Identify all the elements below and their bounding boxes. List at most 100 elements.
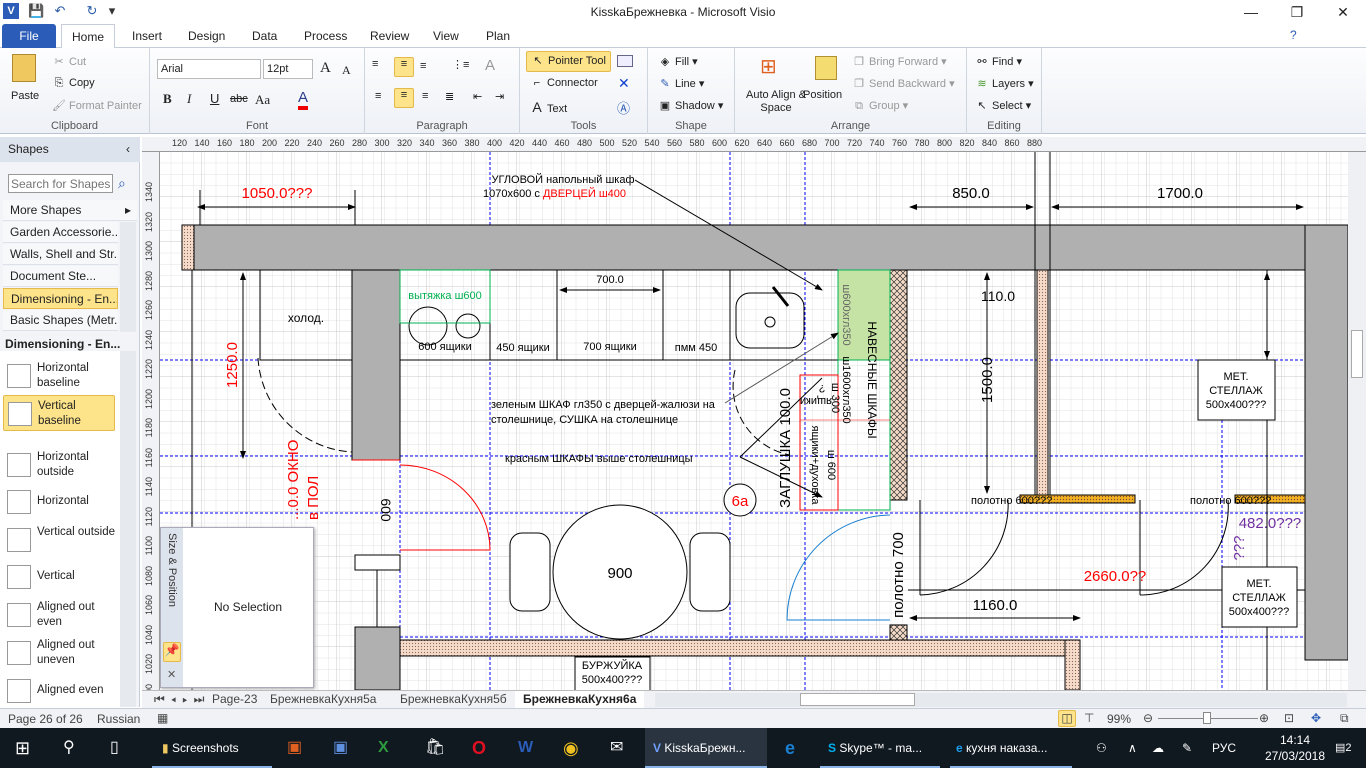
- store-icon[interactable]: 🛍: [425, 728, 445, 768]
- stencil-document[interactable]: Document Ste...: [3, 266, 118, 287]
- chrome-icon[interactable]: ◉: [563, 728, 579, 768]
- drawers-450-label[interactable]: 450 ящики: [496, 342, 550, 354]
- start-icon[interactable]: ⊞: [15, 728, 30, 768]
- normal-view-icon[interactable]: ◫: [1058, 710, 1076, 727]
- dim-482-vertical-label[interactable]: ???: [1231, 535, 1248, 560]
- chair-left[interactable]: [509, 532, 551, 612]
- page-number[interactable]: Page 26 of 26: [8, 712, 83, 726]
- notifications-icon[interactable]: ▤2: [1335, 728, 1352, 768]
- bullets-button[interactable]: ⋮≡: [452, 58, 469, 71]
- bottom-wall[interactable]: [399, 639, 1081, 657]
- dishwasher-label[interactable]: пмм 450: [675, 342, 718, 354]
- close-button[interactable]: ✕: [1320, 0, 1366, 24]
- drawers-700-label[interactable]: 700 ящики: [583, 341, 637, 353]
- dim-1050-label[interactable]: 1050.0???: [242, 185, 313, 202]
- dim-850-label[interactable]: 850.0: [952, 185, 990, 202]
- onedrive-icon[interactable]: ☁: [1152, 728, 1164, 768]
- change-case-button[interactable]: Aa: [255, 92, 270, 108]
- pan-zoom-icon[interactable]: ✥: [1311, 711, 1321, 725]
- edge-icon[interactable]: e: [785, 728, 795, 768]
- rotate-text-icon[interactable]: Ⓐ: [617, 98, 630, 117]
- door-600-a-label[interactable]: полотно 600???: [971, 495, 1052, 507]
- cut-button[interactable]: ✂ Cut: [52, 55, 86, 68]
- right-wall[interactable]: [1304, 224, 1348, 661]
- stencil-basic-shapes[interactable]: Basic Shapes (Metr...: [3, 310, 118, 331]
- master-horizontal[interactable]: Horizontal: [3, 484, 115, 520]
- close-icon[interactable]: ✕: [167, 668, 176, 681]
- group-button[interactable]: ⧉ Group ▾: [852, 99, 908, 113]
- fill-button[interactable]: ◈ Fill ▾: [658, 55, 698, 68]
- format-painter-button[interactable]: 🖌 Format Painter: [52, 99, 142, 112]
- show-hidden-icons[interactable]: ∧: [1128, 728, 1137, 768]
- note-green-line1[interactable]: зеленым ШКАФ гл350 с дверцей-жалюзи на: [491, 399, 716, 411]
- wall-pillar[interactable]: [351, 269, 401, 461]
- mail-icon[interactable]: ✉: [610, 728, 623, 768]
- zoom-in-icon[interactable]: ⊕: [1259, 711, 1269, 725]
- paste-icon[interactable]: [12, 54, 36, 82]
- page-tab-6a[interactable]: БрежневкаКухня6а: [515, 691, 645, 708]
- top-wall[interactable]: [181, 224, 1348, 271]
- search-icon[interactable]: ⚲: [63, 728, 75, 768]
- dim-1500-label[interactable]: 1500.0: [979, 357, 996, 403]
- wall-cab-1-label[interactable]: ш600хгл350: [840, 284, 852, 345]
- door-600-b-label[interactable]: полотно 600???: [1190, 495, 1271, 507]
- stencil-walls[interactable]: Walls, Shell and Str...: [3, 244, 118, 265]
- master-vertical-outside[interactable]: Vertical outside: [3, 522, 115, 558]
- font-family-select[interactable]: Arial: [157, 59, 261, 79]
- zoom-out-icon[interactable]: ⊖: [1143, 711, 1153, 725]
- master-vertical-baseline[interactable]: Vertical baseline: [3, 395, 115, 431]
- shrink-font-button[interactable]: A: [342, 63, 351, 78]
- wall-cabinets-label[interactable]: НАВЕСНЫЕ ШКАФЫ: [865, 321, 879, 438]
- align-bottom-button[interactable]: ≡: [420, 60, 426, 72]
- position-button[interactable]: Position: [803, 89, 842, 101]
- zoom-slider-thumb[interactable]: [1203, 712, 1211, 724]
- minimize-button[interactable]: —: [1228, 0, 1274, 24]
- opening-600-label[interactable]: 600: [378, 498, 394, 522]
- strikethrough-button[interactable]: abc: [230, 93, 248, 105]
- stencil-scrollbar[interactable]: [120, 222, 136, 332]
- select-button[interactable]: ↖ Select ▾: [975, 99, 1031, 112]
- hood-label[interactable]: вытяжка ш600: [408, 290, 482, 302]
- align-left-button[interactable]: ≡: [375, 90, 381, 102]
- tab-insert[interactable]: Insert: [122, 24, 172, 48]
- justify-button[interactable]: ≣: [445, 90, 454, 103]
- master-horizontal-outside[interactable]: Horizontal outside: [3, 447, 115, 483]
- excel-icon[interactable]: X: [378, 728, 389, 768]
- horizontal-scroll-thumb[interactable]: [800, 693, 915, 706]
- floor-plan-drawing[interactable]: УГЛОВОЙ напольный шкаф 1070x600 с ДВЕРЦЕ…: [160, 152, 1348, 690]
- window-label-1[interactable]: ...0.0 ОКНО: [285, 440, 302, 520]
- align-right-button[interactable]: ≡: [422, 90, 428, 102]
- drawing-canvas[interactable]: УГЛОВОЙ напольный шкаф 1070x600 с ДВЕРЦЕ…: [160, 152, 1348, 690]
- master-aligned-out-even[interactable]: Aligned out even: [3, 597, 115, 633]
- window-label-2[interactable]: в ПОЛ: [305, 476, 322, 520]
- pointer-tool-button[interactable]: ↖ Pointer Tool: [526, 51, 611, 72]
- app-icon-movie[interactable]: ▣: [333, 728, 348, 768]
- taskbar-skype[interactable]: S Skype™ - ma...: [820, 728, 940, 768]
- copy-button[interactable]: ⎘ Copy: [52, 77, 95, 90]
- dim-2660-label[interactable]: 2660.0??: [1084, 568, 1147, 585]
- collapse-panel-icon[interactable]: ‹: [126, 142, 130, 156]
- underline-button[interactable]: U: [210, 91, 219, 106]
- table-label[interactable]: 900: [607, 565, 632, 582]
- text-tool-button[interactable]: A Text: [530, 99, 567, 115]
- italic-button[interactable]: I: [187, 91, 191, 107]
- tab-plan[interactable]: Plan: [476, 24, 520, 48]
- taskbar-visio[interactable]: V KisskaБрежн...: [645, 728, 767, 768]
- restore-button[interactable]: ❐: [1274, 0, 1320, 24]
- pen-icon[interactable]: ✎: [1182, 728, 1192, 768]
- plug-label[interactable]: ЗАГЛУШКА 100.0: [777, 388, 794, 508]
- align-center-button[interactable]: ≡: [394, 88, 414, 108]
- door-700-label[interactable]: полотно 700: [890, 532, 907, 618]
- dim-1250-label[interactable]: 1250.0: [224, 342, 241, 388]
- vertical-scrollbar[interactable]: [1348, 152, 1366, 690]
- layers-button[interactable]: ≋ Layers ▾: [975, 77, 1033, 90]
- note-corner-line2[interactable]: 1070x600 с ДВЕРЦЕЙ ш400: [483, 187, 626, 200]
- stencil-garden[interactable]: Garden Accessorie...: [3, 222, 118, 243]
- fit-page-icon[interactable]: ⊡: [1284, 711, 1294, 725]
- tab-data[interactable]: Data: [242, 24, 287, 48]
- page-tab-5a[interactable]: БрежневкаКухня5а: [262, 691, 384, 708]
- master-aligned-even[interactable]: Aligned even: [3, 673, 115, 709]
- tab-view[interactable]: View: [423, 24, 469, 48]
- word-icon[interactable]: W: [518, 728, 533, 768]
- connector-button[interactable]: ⌐ Connector: [530, 77, 598, 89]
